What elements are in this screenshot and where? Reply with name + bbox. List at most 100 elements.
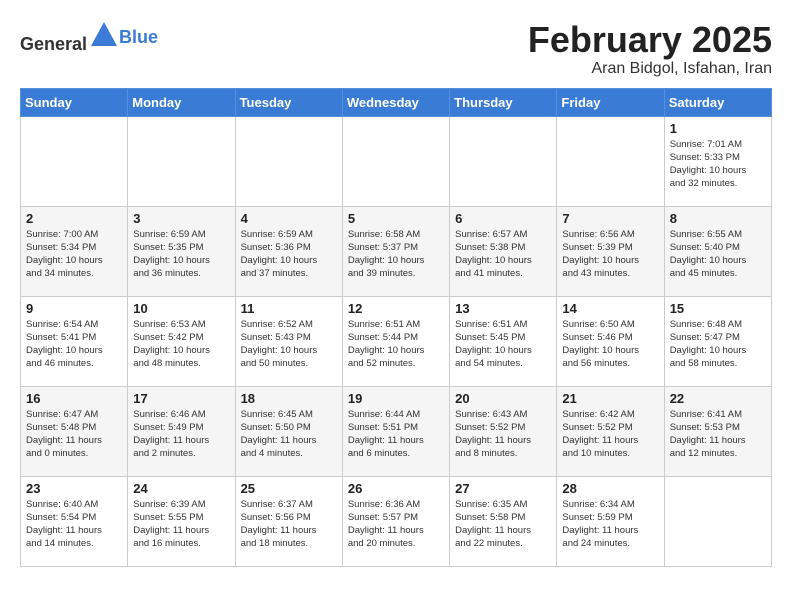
day-number: 28 — [562, 481, 658, 496]
day-info: Sunrise: 6:59 AM Sunset: 5:35 PM Dayligh… — [133, 228, 229, 281]
day-number: 22 — [670, 391, 766, 406]
calendar-cell: 25 Sunrise: 6:37 AM Sunset: 5:56 PM Dayli… — [235, 476, 342, 566]
day-number: 21 — [562, 391, 658, 406]
calendar-cell: 1 Sunrise: 7:01 AM Sunset: 5:33 PM Daylig… — [664, 116, 771, 206]
calendar-cell: 12 Sunrise: 6:51 AM Sunset: 5:44 PM Dayli… — [342, 296, 449, 386]
day-number: 2 — [26, 211, 122, 226]
calendar-cell: 5 Sunrise: 6:58 AM Sunset: 5:37 PM Daylig… — [342, 206, 449, 296]
page-header: General Blue February 2025 Aran Bidgol, … — [20, 20, 772, 78]
calendar-cell: 23 Sunrise: 6:40 AM Sunset: 5:54 PM Dayli… — [21, 476, 128, 566]
day-number: 19 — [348, 391, 444, 406]
day-number: 6 — [455, 211, 551, 226]
calendar-cell: 2 Sunrise: 7:00 AM Sunset: 5:34 PM Daylig… — [21, 206, 128, 296]
day-info: Sunrise: 6:54 AM Sunset: 5:41 PM Dayligh… — [26, 318, 122, 371]
calendar-cell — [128, 116, 235, 206]
calendar-cell: 26 Sunrise: 6:36 AM Sunset: 5:57 PM Dayli… — [342, 476, 449, 566]
calendar-cell: 14 Sunrise: 6:50 AM Sunset: 5:46 PM Dayli… — [557, 296, 664, 386]
calendar-cell: 19 Sunrise: 6:44 AM Sunset: 5:51 PM Dayli… — [342, 386, 449, 476]
logo-icon — [89, 20, 119, 50]
day-info: Sunrise: 6:52 AM Sunset: 5:43 PM Dayligh… — [241, 318, 337, 371]
day-info: Sunrise: 6:51 AM Sunset: 5:45 PM Dayligh… — [455, 318, 551, 371]
calendar-week-2: 9 Sunrise: 6:54 AM Sunset: 5:41 PM Daylig… — [21, 296, 772, 386]
day-info: Sunrise: 6:44 AM Sunset: 5:51 PM Dayligh… — [348, 408, 444, 461]
day-info: Sunrise: 7:01 AM Sunset: 5:33 PM Dayligh… — [670, 138, 766, 191]
calendar-cell: 7Sunrise: 6:56 AM Sunset: 5:39 PM Daylig… — [557, 206, 664, 296]
calendar-cell: 16 Sunrise: 6:47 AM Sunset: 5:48 PM Dayli… — [21, 386, 128, 476]
day-info: Sunrise: 6:39 AM Sunset: 5:55 PM Dayligh… — [133, 498, 229, 551]
day-number: 17 — [133, 391, 229, 406]
calendar-cell: 9 Sunrise: 6:54 AM Sunset: 5:41 PM Daylig… — [21, 296, 128, 386]
calendar-cell: 28 Sunrise: 6:34 AM Sunset: 5:59 PM Dayli… — [557, 476, 664, 566]
day-number: 16 — [26, 391, 122, 406]
day-number: 25 — [241, 481, 337, 496]
weekday-header-wednesday: Wednesday — [342, 88, 449, 116]
day-number: 8 — [670, 211, 766, 226]
day-info: Sunrise: 6:36 AM Sunset: 5:57 PM Dayligh… — [348, 498, 444, 551]
day-number: 23 — [26, 481, 122, 496]
day-info: Sunrise: 6:51 AM Sunset: 5:44 PM Dayligh… — [348, 318, 444, 371]
day-number: 12 — [348, 301, 444, 316]
title-section: February 2025 Aran Bidgol, Isfahan, Iran — [528, 20, 772, 78]
weekday-header-friday: Friday — [557, 88, 664, 116]
day-info: Sunrise: 6:47 AM Sunset: 5:48 PM Dayligh… — [26, 408, 122, 461]
calendar-cell: 13 Sunrise: 6:51 AM Sunset: 5:45 PM Dayli… — [450, 296, 557, 386]
location-title: Aran Bidgol, Isfahan, Iran — [528, 60, 772, 78]
day-info: Sunrise: 6:34 AM Sunset: 5:59 PM Dayligh… — [562, 498, 658, 551]
logo-blue-text: Blue — [119, 27, 158, 47]
day-info: Sunrise: 6:43 AM Sunset: 5:52 PM Dayligh… — [455, 408, 551, 461]
day-number: 24 — [133, 481, 229, 496]
month-title: February 2025 — [528, 20, 772, 60]
weekday-header-monday: Monday — [128, 88, 235, 116]
calendar-cell: 17Sunrise: 6:46 AM Sunset: 5:49 PM Dayli… — [128, 386, 235, 476]
calendar-cell: 15Sunrise: 6:48 AM Sunset: 5:47 PM Dayli… — [664, 296, 771, 386]
day-info: Sunrise: 6:56 AM Sunset: 5:39 PM Dayligh… — [562, 228, 658, 281]
calendar-cell: 11Sunrise: 6:52 AM Sunset: 5:43 PM Dayli… — [235, 296, 342, 386]
weekday-header-tuesday: Tuesday — [235, 88, 342, 116]
day-info: Sunrise: 6:35 AM Sunset: 5:58 PM Dayligh… — [455, 498, 551, 551]
day-number: 27 — [455, 481, 551, 496]
day-info: Sunrise: 6:57 AM Sunset: 5:38 PM Dayligh… — [455, 228, 551, 281]
day-info: Sunrise: 6:45 AM Sunset: 5:50 PM Dayligh… — [241, 408, 337, 461]
weekday-header-row: SundayMondayTuesdayWednesdayThursdayFrid… — [21, 88, 772, 116]
calendar-week-3: 16 Sunrise: 6:47 AM Sunset: 5:48 PM Dayli… — [21, 386, 772, 476]
calendar-cell: 20 Sunrise: 6:43 AM Sunset: 5:52 PM Dayli… — [450, 386, 557, 476]
calendar-week-1: 2 Sunrise: 7:00 AM Sunset: 5:34 PM Daylig… — [21, 206, 772, 296]
calendar-cell: 24 Sunrise: 6:39 AM Sunset: 5:55 PM Dayli… — [128, 476, 235, 566]
calendar-cell: 10Sunrise: 6:53 AM Sunset: 5:42 PM Dayli… — [128, 296, 235, 386]
day-info: Sunrise: 6:59 AM Sunset: 5:36 PM Dayligh… — [241, 228, 337, 281]
calendar-cell: 6 Sunrise: 6:57 AM Sunset: 5:38 PM Daylig… — [450, 206, 557, 296]
day-info: Sunrise: 6:53 AM Sunset: 5:42 PM Dayligh… — [133, 318, 229, 371]
day-number: 1 — [670, 121, 766, 136]
calendar-cell — [235, 116, 342, 206]
day-info: Sunrise: 6:37 AM Sunset: 5:56 PM Dayligh… — [241, 498, 337, 551]
weekday-header-saturday: Saturday — [664, 88, 771, 116]
day-number: 9 — [26, 301, 122, 316]
day-number: 26 — [348, 481, 444, 496]
day-info: Sunrise: 6:41 AM Sunset: 5:53 PM Dayligh… — [670, 408, 766, 461]
weekday-header-thursday: Thursday — [450, 88, 557, 116]
day-number: 4 — [241, 211, 337, 226]
calendar-cell: 18 Sunrise: 6:45 AM Sunset: 5:50 PM Dayli… — [235, 386, 342, 476]
day-info: Sunrise: 6:50 AM Sunset: 5:46 PM Dayligh… — [562, 318, 658, 371]
calendar-table: SundayMondayTuesdayWednesdayThursdayFrid… — [20, 88, 772, 567]
weekday-header-sunday: Sunday — [21, 88, 128, 116]
calendar-cell: 8 Sunrise: 6:55 AM Sunset: 5:40 PM Daylig… — [664, 206, 771, 296]
calendar-cell: 21Sunrise: 6:42 AM Sunset: 5:52 PM Dayli… — [557, 386, 664, 476]
day-info: Sunrise: 6:58 AM Sunset: 5:37 PM Dayligh… — [348, 228, 444, 281]
day-info: Sunrise: 6:48 AM Sunset: 5:47 PM Dayligh… — [670, 318, 766, 371]
day-info: Sunrise: 6:55 AM Sunset: 5:40 PM Dayligh… — [670, 228, 766, 281]
day-number: 18 — [241, 391, 337, 406]
day-number: 5 — [348, 211, 444, 226]
day-number: 14 — [562, 301, 658, 316]
calendar-cell — [664, 476, 771, 566]
calendar-cell: 22 Sunrise: 6:41 AM Sunset: 5:53 PM Dayli… — [664, 386, 771, 476]
day-number: 13 — [455, 301, 551, 316]
calendar-week-4: 23 Sunrise: 6:40 AM Sunset: 5:54 PM Dayli… — [21, 476, 772, 566]
day-info: Sunrise: 7:00 AM Sunset: 5:34 PM Dayligh… — [26, 228, 122, 281]
day-number: 20 — [455, 391, 551, 406]
calendar-cell — [450, 116, 557, 206]
day-info: Sunrise: 6:40 AM Sunset: 5:54 PM Dayligh… — [26, 498, 122, 551]
logo: General Blue — [20, 20, 158, 55]
calendar-cell: 4 Sunrise: 6:59 AM Sunset: 5:36 PM Daylig… — [235, 206, 342, 296]
logo-general-text: General — [20, 34, 87, 54]
